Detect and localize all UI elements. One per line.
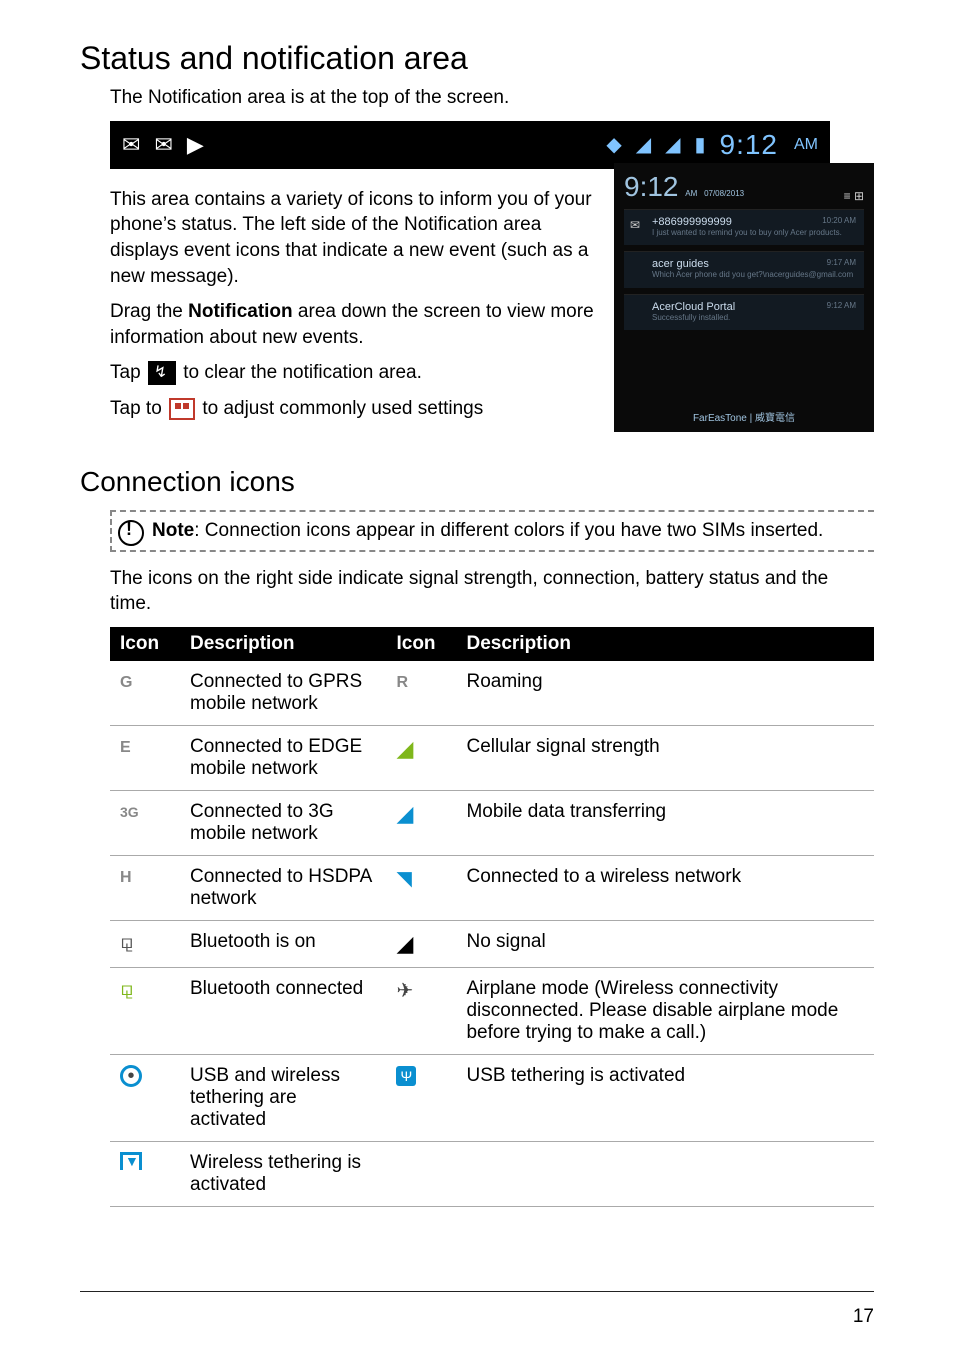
edge-icon: E <box>120 739 131 756</box>
th-icon-2: Icon <box>386 627 456 661</box>
clock-time: 9:12 <box>720 129 779 161</box>
np-1-sub: I just wanted to remind you to buy only … <box>652 228 856 238</box>
np-ampm: AM <box>685 189 697 198</box>
data-transfer-icon: ◢ <box>396 801 413 826</box>
tap-clear-post: to clear the notification area. <box>178 362 422 383</box>
clock-ampm: AM <box>794 136 818 154</box>
table-row: E Connected to EDGE mobile network ◢ Cel… <box>110 726 874 791</box>
tap-clear-pre: Tap <box>110 362 146 383</box>
table-row: H Connected to HSDPA network ◥ Connected… <box>110 856 874 921</box>
footer-rule <box>80 1291 874 1292</box>
tap-settings-pre: Tap to <box>110 398 167 419</box>
np-time: 9:12 <box>624 171 679 202</box>
connection-icons-table: Icon Description Icon Description G Conn… <box>110 627 874 1207</box>
tap-clear-line: Tap to clear the notification area. <box>110 360 596 386</box>
d-signal: Cellular signal strength <box>456 726 874 791</box>
paragraph-3: The icons on the right side indicate sig… <box>110 566 874 617</box>
usb-wifi-tether-icon <box>120 1065 142 1087</box>
d-roaming: Roaming <box>456 661 874 726</box>
d-bt: Bluetooth is on <box>180 921 386 968</box>
d-tether: USB and wireless tethering are activated <box>180 1055 386 1142</box>
np-1-ts: 10:20 AM <box>822 216 856 225</box>
np-3-ts: 9:12 AM <box>827 301 856 310</box>
d-nosignal: No signal <box>456 921 874 968</box>
np-2-title: acer guides <box>652 258 856 270</box>
battery-icon: ▮ <box>694 132 705 157</box>
d-btc: Bluetooth connected <box>180 968 386 1055</box>
subsection-title: Connection icons <box>80 466 874 498</box>
np-controls-icon: ≡ ⊞ <box>844 189 864 203</box>
np-item-3: AcerCloud Portal Successfully installed.… <box>624 294 864 331</box>
wifi-connected-icon: ◥ <box>396 868 411 890</box>
d-usbtether: USB tethering is activated <box>456 1055 874 1142</box>
no-signal-icon: ◢ <box>396 931 413 956</box>
table-row: G Connected to GPRS mobile network R Roa… <box>110 661 874 726</box>
signal-1-icon: ◢ <box>636 132 651 157</box>
note-label: Note <box>152 520 194 541</box>
th-icon-1: Icon <box>110 627 180 661</box>
np-2-ts: 9:17 AM <box>827 258 856 267</box>
th-desc-2: Description <box>456 627 874 661</box>
gprs-icon: G <box>120 674 132 691</box>
table-row: Wireless tethering is activated <box>110 1142 874 1207</box>
paragraph-2: Drag the Notification area down the scre… <box>110 299 596 350</box>
section-title: Status and notification area <box>80 40 874 77</box>
play-icon: ▶ <box>187 132 204 158</box>
np-item-1: +886999999999 I just wanted to remind yo… <box>624 209 864 246</box>
np-2-sub: Which Acer phone did you get?\nacerguide… <box>652 270 856 280</box>
sms-icon: ✉ <box>122 132 140 158</box>
d-datatrans: Mobile data transferring <box>456 791 874 856</box>
np-item-2: acer guides Which Acer phone did you get… <box>624 251 864 288</box>
signal-strength-icon: ◢ <box>396 736 413 761</box>
d-wtether: Wireless tethering is activated <box>180 1142 386 1207</box>
table-row: USB and wireless tethering are activated… <box>110 1055 874 1142</box>
signal-2-icon: ◢ <box>665 132 680 157</box>
d-edge: Connected to EDGE mobile network <box>180 726 386 791</box>
wifi-icon: ◆ <box>606 132 621 157</box>
note-box: Note: Connection icons appear in differe… <box>110 510 874 552</box>
mail-icon: ✉ <box>154 132 172 158</box>
tap-settings-line: Tap to to adjust commonly used settings <box>110 396 596 422</box>
page-number: 17 <box>853 1306 874 1328</box>
bluetooth-connected-icon: ⚼ <box>120 978 134 1000</box>
tap-settings-post: to adjust commonly used settings <box>197 398 483 419</box>
quick-settings-icon <box>169 398 195 420</box>
note-text: : Connection icons appear in different c… <box>194 520 823 541</box>
np-3-sub: Successfully installed. <box>652 313 856 323</box>
bluetooth-icon: ⚼ <box>120 931 134 953</box>
usb-tether-icon: Ψ <box>396 1066 416 1086</box>
d-gprs: Connected to GPRS mobile network <box>180 661 386 726</box>
status-bar: ✉ ✉ ▶ ◆ ◢ ◢ ▮ 9:12 AM <box>110 121 830 169</box>
d-hsdpa: Connected to HSDPA network <box>180 856 386 921</box>
np-3-title: AcerCloud Portal <box>652 301 856 313</box>
d-3g: Connected to 3G mobile network <box>180 791 386 856</box>
clear-notifications-icon <box>148 361 176 385</box>
p2-bold: Notification <box>188 301 293 322</box>
table-row: ⚼ Bluetooth connected ✈ Airplane mode (W… <box>110 968 874 1055</box>
three-g-icon: 3G <box>120 804 139 820</box>
np-footer: FarEasTone | 威寶電信 <box>614 409 874 424</box>
notification-panel-screenshot: 9:12 AM 07/08/2013 ≡ ⊞ +886999999999 I j… <box>614 163 874 432</box>
th-desc-1: Description <box>180 627 386 661</box>
wifi-tether-icon <box>120 1152 142 1170</box>
table-row: 3G Connected to 3G mobile network ◢ Mobi… <box>110 791 874 856</box>
airplane-mode-icon: ✈ <box>396 980 413 1002</box>
intro-text: The Notification area is at the top of t… <box>110 85 874 111</box>
hsdpa-icon: H <box>120 869 132 886</box>
p2-pre: Drag the <box>110 301 188 322</box>
d-wifi: Connected to a wireless network <box>456 856 874 921</box>
d-airplane: Airplane mode (Wireless connectivity dis… <box>456 968 874 1055</box>
table-row: ⚼ Bluetooth is on ◢ No signal <box>110 921 874 968</box>
paragraph-1: This area contains a variety of icons to… <box>110 187 596 290</box>
np-date: 07/08/2013 <box>704 189 744 198</box>
roaming-icon: R <box>396 674 408 691</box>
